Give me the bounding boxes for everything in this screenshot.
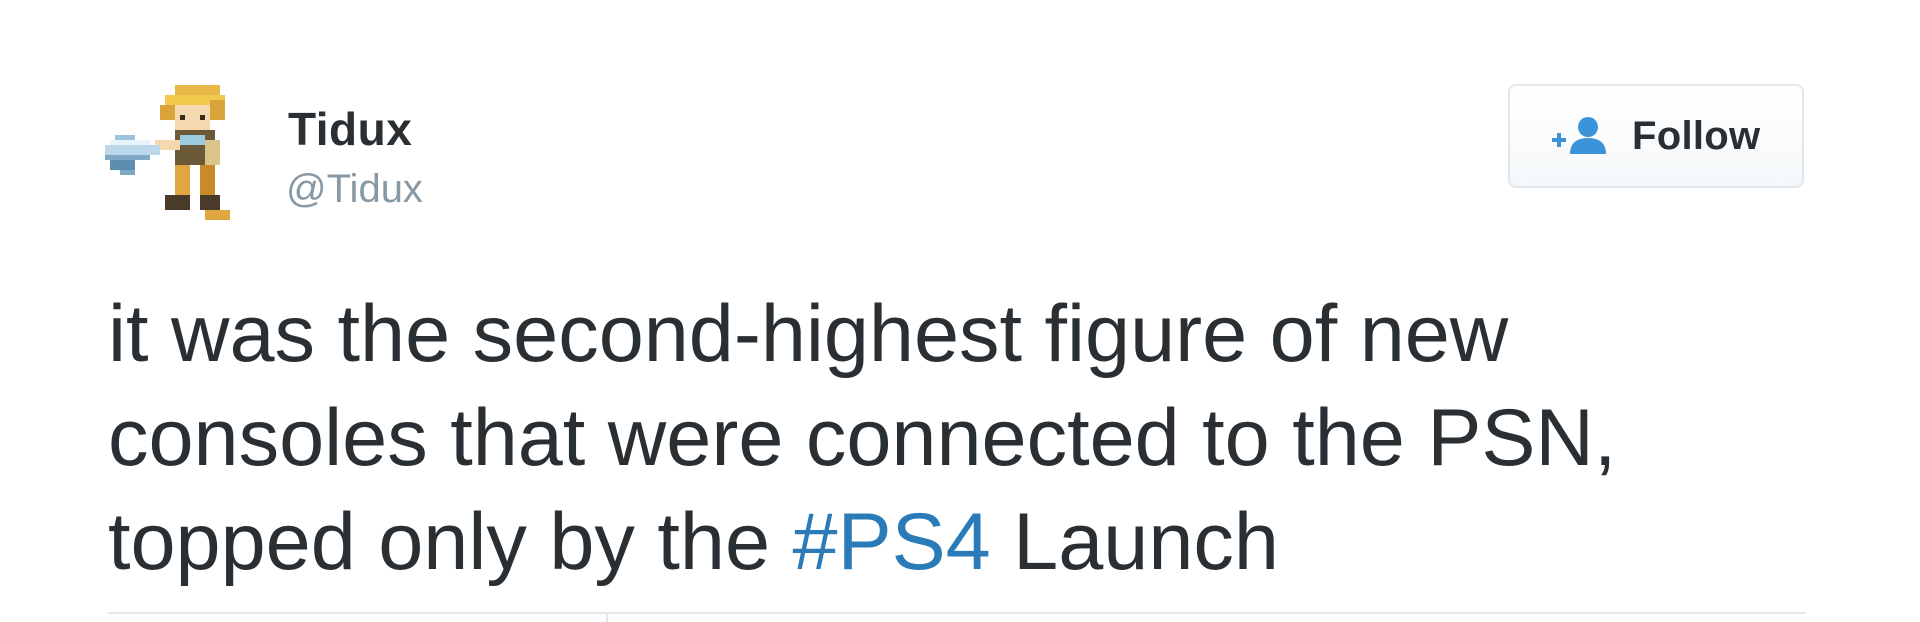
divider bbox=[108, 612, 1806, 614]
add-user-icon bbox=[1550, 114, 1612, 158]
tweet-text-tail: Launch bbox=[990, 497, 1279, 587]
follow-button[interactable]: Follow bbox=[1508, 84, 1804, 188]
user-handle[interactable]: @Tidux bbox=[286, 165, 423, 213]
tweet-text: it was the second-highest figure of new … bbox=[108, 282, 1808, 594]
avatar[interactable] bbox=[105, 80, 255, 230]
display-name[interactable]: Tidux bbox=[288, 102, 412, 156]
hashtag-link[interactable]: #PS4 bbox=[793, 497, 991, 587]
pixel-art-swordsman-avatar bbox=[105, 85, 230, 220]
tweet-card: Tidux @Tidux Follow it was the second-hi… bbox=[0, 0, 1920, 622]
divider-tick bbox=[606, 612, 608, 622]
follow-button-label: Follow bbox=[1632, 113, 1761, 158]
